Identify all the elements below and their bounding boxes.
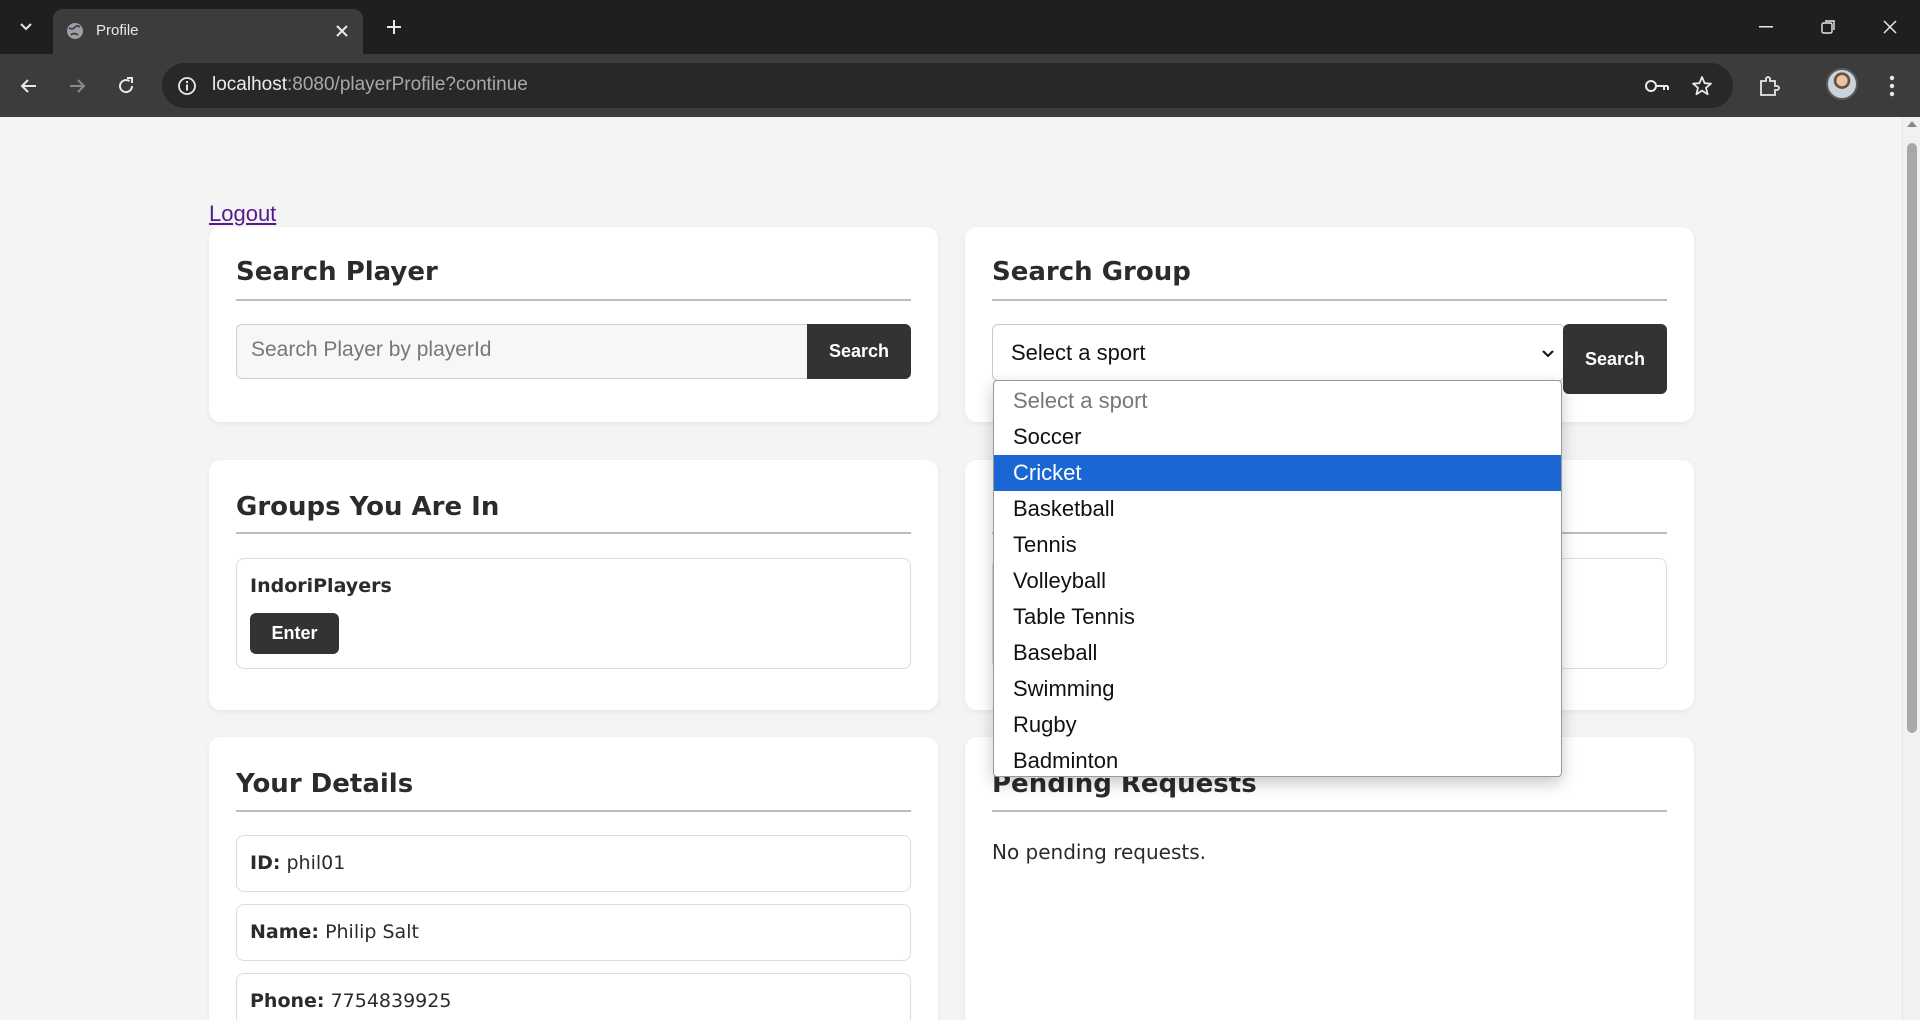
address-bar[interactable]: localhost:8080/playerProfile?continue [162, 63, 1733, 108]
pending-message: No pending requests. [992, 840, 1207, 864]
dropdown-option[interactable]: Basketball [994, 491, 1561, 527]
sport-dropdown-list: Select a sport Soccer Cricket Basketball… [993, 380, 1562, 777]
divider [992, 810, 1667, 812]
minimize-icon[interactable] [1746, 10, 1786, 44]
page-scrollbar[interactable] [1902, 117, 1920, 1020]
profile-avatar[interactable] [1826, 68, 1858, 100]
extensions-puzzle-icon[interactable] [1753, 70, 1785, 102]
detail-name-row: Name: Philip Salt [236, 904, 911, 961]
details-card: Your Details ID: phil01 Name: Philip Sal… [209, 737, 938, 1020]
url-text[interactable]: localhost:8080/playerProfile?continue [212, 74, 528, 96]
search-group-button[interactable]: Search [1563, 324, 1667, 394]
dropdown-option[interactable]: Table Tennis [994, 599, 1561, 635]
close-tab-icon[interactable] [331, 20, 353, 42]
forward-arrow-icon[interactable] [61, 70, 93, 102]
groups-title: Groups You Are In [236, 492, 500, 522]
sport-select[interactable]: Select a sport [992, 324, 1565, 381]
dropdown-option[interactable]: Volleyball [994, 563, 1561, 599]
player-search-input[interactable]: Search Player by playerId [236, 324, 808, 379]
dropdown-option[interactable]: Soccer [994, 419, 1561, 455]
scrollbar-thumb[interactable] [1907, 143, 1917, 733]
enter-group-button[interactable]: Enter [250, 613, 339, 654]
password-key-icon[interactable] [1644, 73, 1670, 99]
detail-phone-value: 7754839925 [330, 990, 452, 1012]
details-title: Your Details [236, 769, 414, 799]
scroll-up-arrow-icon[interactable] [1907, 121, 1917, 127]
dropdown-option[interactable]: Tennis [994, 527, 1561, 563]
dropdown-option[interactable]: Select a sport [994, 383, 1561, 419]
logout-link[interactable]: Logout [209, 201, 276, 227]
detail-id-value: phil01 [286, 852, 346, 874]
search-player-title: Search Player [236, 257, 438, 287]
divider [236, 810, 911, 812]
browser-tab[interactable]: Profile [53, 9, 363, 54]
detail-name-value: Philip Salt [325, 921, 419, 943]
divider [236, 532, 911, 534]
groups-card: Groups You Are In IndoriPlayers Enter [209, 460, 938, 710]
more-menu-icon[interactable] [1876, 70, 1908, 102]
restore-icon[interactable] [1808, 10, 1848, 44]
detail-phone-row: Phone: 7754839925 [236, 973, 911, 1020]
dropdown-option[interactable]: Rugby [994, 707, 1561, 743]
detail-id-row: ID: phil01 [236, 835, 911, 892]
dropdown-option[interactable]: Badminton [994, 743, 1561, 779]
new-tab-plus-icon[interactable] [380, 13, 408, 41]
detail-id-label: ID: [250, 852, 281, 874]
group-name: IndoriPlayers [250, 575, 392, 597]
dropdown-option[interactable]: Swimming [994, 671, 1561, 707]
tab-search-chevron-icon[interactable] [12, 13, 40, 41]
dropdown-option-highlighted[interactable]: Cricket [994, 455, 1561, 491]
browser-tab-strip: Profile [0, 0, 1920, 54]
bookmark-star-icon[interactable] [1689, 73, 1715, 99]
globe-icon [66, 22, 84, 40]
search-group-title: Search Group [992, 257, 1191, 287]
divider [992, 299, 1667, 301]
browser-toolbar: localhost:8080/playerProfile?continue [0, 54, 1920, 117]
chevron-down-icon [1542, 350, 1554, 358]
url-host: localhost [212, 74, 287, 95]
site-info-icon[interactable] [175, 74, 199, 98]
page-viewport: Logout Search Player Search Player by pl… [0, 117, 1902, 1020]
tab-title: Profile [96, 22, 139, 39]
dropdown-option[interactable]: Baseball [994, 635, 1561, 671]
back-arrow-icon[interactable] [13, 70, 45, 102]
search-player-card: Search Player Search Player by playerId … [209, 227, 938, 422]
detail-name-label: Name: [250, 921, 320, 943]
detail-phone-label: Phone: [250, 990, 325, 1012]
url-path: :8080/playerProfile?continue [287, 74, 528, 95]
divider [236, 299, 911, 301]
sport-select-value: Select a sport [1011, 340, 1146, 365]
search-player-button[interactable]: Search [807, 324, 911, 379]
group-item: IndoriPlayers Enter [236, 558, 911, 669]
close-window-icon[interactable] [1870, 10, 1910, 44]
pending-requests-card: Pending Requests No pending requests. [965, 737, 1694, 1020]
reload-icon[interactable] [110, 70, 142, 102]
